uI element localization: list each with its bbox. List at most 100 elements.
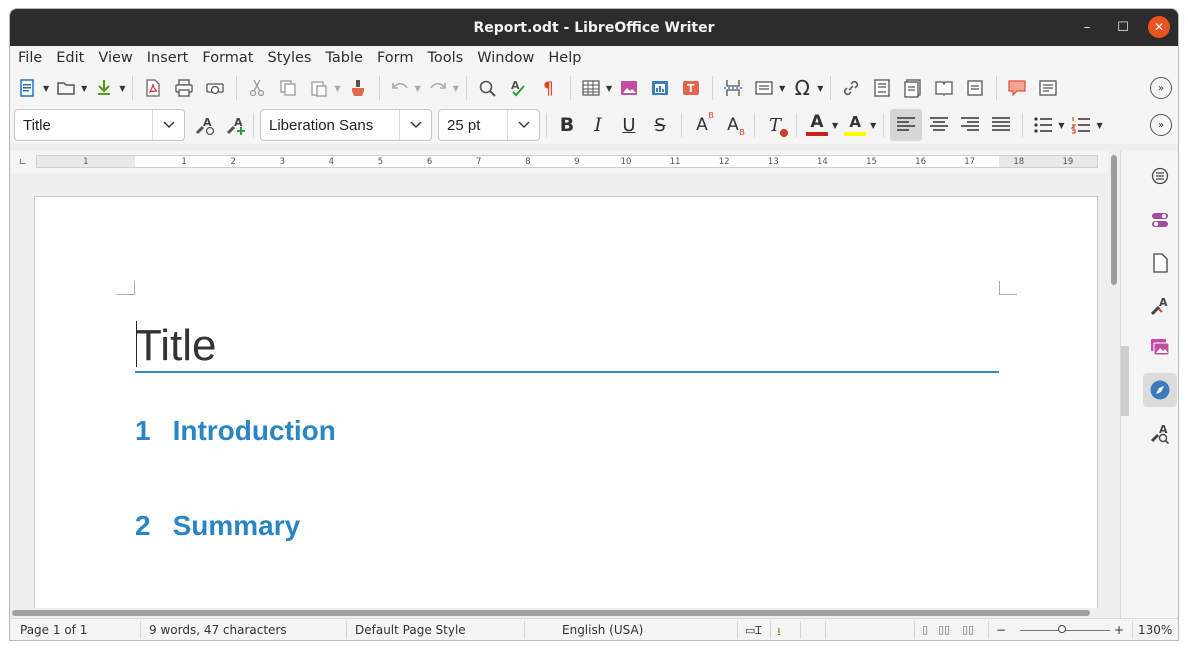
heading-summary[interactable]: 2 Summary	[135, 510, 300, 542]
menu-file[interactable]: File	[12, 50, 48, 66]
paragraph-style-value[interactable]: Title	[15, 117, 152, 134]
zoom-level[interactable]: 130%	[1138, 623, 1172, 637]
align-left-button[interactable]	[890, 109, 923, 141]
chevron-down-icon[interactable]: ▼	[453, 84, 459, 93]
menu-form[interactable]: Form	[371, 50, 420, 66]
zoom-slider-knob[interactable]	[1058, 625, 1066, 633]
document-canvas[interactable]: Title 1 Introduction 2 Summary	[10, 173, 1108, 608]
menu-insert[interactable]: Insert	[141, 50, 195, 66]
update-style-button[interactable]: A	[191, 111, 219, 139]
find-replace-button[interactable]	[473, 74, 501, 102]
italic-button[interactable]: I	[584, 111, 612, 139]
track-changes-button[interactable]	[1034, 74, 1062, 102]
sidebar-styles-button[interactable]: A	[1143, 289, 1177, 323]
font-name-value[interactable]: Liberation Sans	[261, 117, 399, 134]
open-button[interactable]	[52, 74, 80, 102]
new-document-button[interactable]	[14, 74, 42, 102]
insert-cross-reference-button[interactable]	[961, 74, 989, 102]
chevron-down-icon[interactable]: ▼	[43, 84, 49, 93]
insert-special-character-button[interactable]: Ω	[788, 74, 816, 102]
bold-button[interactable]: B	[553, 111, 581, 139]
insert-textbox-button[interactable]: T	[677, 74, 705, 102]
print-preview-button[interactable]	[201, 74, 229, 102]
paste-button[interactable]	[305, 74, 333, 102]
chevron-down-icon[interactable]: ▼	[81, 84, 87, 93]
font-size-combo[interactable]: 25 pt	[438, 109, 540, 141]
menu-help[interactable]: Help	[542, 50, 587, 66]
copy-button[interactable]	[274, 74, 302, 102]
insert-table-button[interactable]	[577, 74, 605, 102]
save-button[interactable]	[90, 74, 118, 102]
insert-bookmark-button[interactable]	[930, 74, 958, 102]
cut-button[interactable]	[243, 74, 271, 102]
scroll-thumb[interactable]	[12, 610, 1090, 616]
formatting-marks-button[interactable]: ¶	[535, 74, 563, 102]
vertical-scrollbar[interactable]	[1108, 151, 1120, 608]
book-view-icon[interactable]: ▯▯	[962, 623, 974, 636]
font-size-value[interactable]: 25 pt	[439, 117, 507, 134]
language-status[interactable]: English (USA)	[562, 623, 643, 637]
superscript-button[interactable]: AB	[688, 111, 716, 139]
document-title[interactable]: Title	[135, 321, 217, 371]
menu-styles[interactable]: Styles	[261, 50, 317, 66]
single-page-view-icon[interactable]: ▯	[922, 623, 928, 636]
sidebar-page-button[interactable]	[1143, 246, 1177, 280]
page-number-status[interactable]: Page 1 of 1	[20, 623, 87, 637]
more-options-icon[interactable]: »	[1150, 114, 1172, 136]
zoom-in-button[interactable]: +	[1114, 623, 1124, 637]
insert-footnote-button[interactable]	[868, 74, 896, 102]
chevron-down-icon[interactable]: ▼	[1096, 121, 1102, 130]
undo-button[interactable]	[386, 74, 414, 102]
insert-hyperlink-button[interactable]	[837, 74, 865, 102]
chevron-down-icon[interactable]: ▼	[1058, 121, 1064, 130]
redo-button[interactable]	[424, 74, 452, 102]
chevron-down-icon[interactable]	[507, 110, 539, 140]
chevron-down-icon[interactable]: ▼	[334, 84, 340, 93]
highlight-button[interactable]: A	[841, 111, 869, 139]
multi-page-view-icon[interactable]: ▯▯	[938, 623, 950, 636]
page-style-status[interactable]: Default Page Style	[355, 623, 466, 637]
subscript-button[interactable]: AB	[719, 111, 747, 139]
menu-window[interactable]: Window	[471, 50, 540, 66]
unordered-list-button[interactable]	[1029, 111, 1057, 139]
ruler-scale[interactable]: 1 1 2 3 4 5 6 7 8 9 10 11 12 13 14 15 16 17 18 19	[36, 155, 1098, 168]
font-color-button[interactable]: A	[803, 111, 831, 139]
menu-tools[interactable]: Tools	[422, 50, 470, 66]
insert-endnote-button[interactable]	[899, 74, 927, 102]
scroll-thumb[interactable]	[1111, 155, 1117, 285]
insert-mode-icon[interactable]: ▭Ɪ	[745, 623, 762, 638]
sidebar-collapse-handle[interactable]	[1121, 346, 1129, 416]
document-modified-icon[interactable]: ⭳	[777, 623, 781, 640]
horizontal-scrollbar[interactable]	[10, 608, 1120, 618]
clone-formatting-button[interactable]	[344, 74, 372, 102]
chevron-down-icon[interactable]: ▼	[817, 84, 823, 93]
more-options-icon[interactable]: »	[1150, 77, 1172, 99]
heading-introduction[interactable]: 1 Introduction	[135, 415, 336, 447]
spelling-button[interactable]: A	[504, 74, 532, 102]
chevron-down-icon[interactable]	[152, 110, 184, 140]
font-name-combo[interactable]: Liberation Sans	[260, 109, 432, 141]
tab-stop-selector-icon[interactable]: ∟	[19, 158, 27, 168]
insert-comment-button[interactable]	[1003, 74, 1031, 102]
chevron-down-icon[interactable]: ▼	[832, 121, 838, 130]
menu-view[interactable]: View	[92, 50, 138, 66]
menu-edit[interactable]: Edit	[50, 50, 90, 66]
ordered-list-button[interactable]	[1067, 111, 1095, 139]
menu-table[interactable]: Table	[319, 50, 369, 66]
minimize-button[interactable]: –	[1076, 16, 1098, 38]
insert-field-button[interactable]	[750, 74, 778, 102]
insert-page-break-button[interactable]	[719, 74, 747, 102]
chevron-down-icon[interactable]	[399, 110, 431, 140]
word-count-status[interactable]: 9 words, 47 characters	[149, 623, 287, 637]
close-button[interactable]: ✕	[1148, 16, 1170, 38]
document-page[interactable]: Title 1 Introduction 2 Summary	[34, 196, 1098, 608]
menu-format[interactable]: Format	[196, 50, 259, 66]
new-style-button[interactable]: A	[222, 111, 250, 139]
maximize-button[interactable]: ☐	[1112, 16, 1134, 38]
export-pdf-button[interactable]	[139, 74, 167, 102]
chevron-down-icon[interactable]: ▼	[870, 121, 876, 130]
align-right-button[interactable]	[956, 111, 984, 139]
justify-button[interactable]	[987, 111, 1015, 139]
sidebar-menu-button[interactable]	[1143, 159, 1177, 193]
print-button[interactable]	[170, 74, 198, 102]
